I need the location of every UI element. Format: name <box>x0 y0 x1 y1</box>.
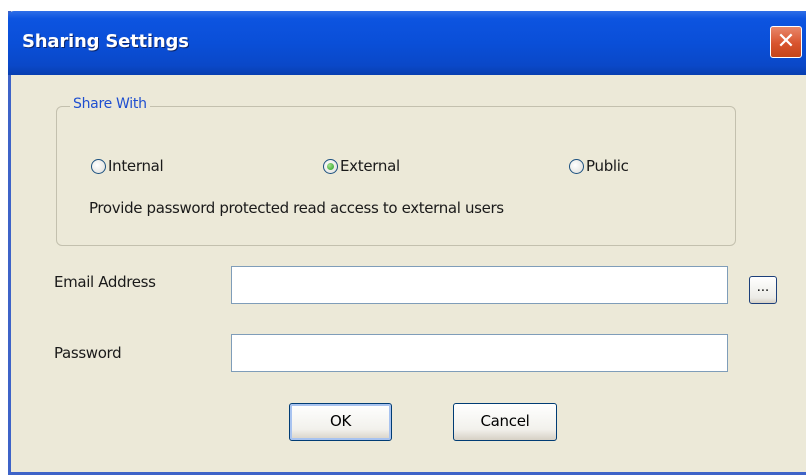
email-address-label: Email Address <box>54 273 156 291</box>
radio-public-label: Public <box>586 157 629 175</box>
radio-internal-indicator[interactable] <box>91 158 106 174</box>
close-button[interactable]: ✕ <box>770 26 802 58</box>
title-bar[interactable]: Sharing Settings ✕ <box>8 11 806 75</box>
radio-external[interactable]: External <box>323 157 400 175</box>
dialog-title: Sharing Settings <box>22 31 189 52</box>
radio-internal[interactable]: Internal <box>91 157 164 175</box>
sharing-settings-dialog: Sharing Settings ✕ Share With Internal E… <box>8 11 806 475</box>
email-address-input[interactable] <box>231 266 728 304</box>
share-with-legend: Share With <box>70 96 150 112</box>
radio-public[interactable]: Public <box>569 157 629 175</box>
radio-external-label: External <box>340 157 400 175</box>
share-with-group: Share With Internal External Public Prov… <box>56 96 736 246</box>
radio-external-indicator[interactable] <box>323 158 338 174</box>
password-label: Password <box>54 344 122 362</box>
browse-email-button[interactable]: ... <box>749 276 777 304</box>
share-description: Provide password protected read access t… <box>89 199 504 217</box>
cancel-button[interactable]: Cancel <box>453 403 557 441</box>
radio-internal-label: Internal <box>108 157 164 175</box>
password-input[interactable] <box>231 334 728 372</box>
close-icon: ✕ <box>776 29 796 54</box>
ok-button[interactable]: OK <box>289 403 392 441</box>
radio-public-indicator[interactable] <box>569 158 584 174</box>
